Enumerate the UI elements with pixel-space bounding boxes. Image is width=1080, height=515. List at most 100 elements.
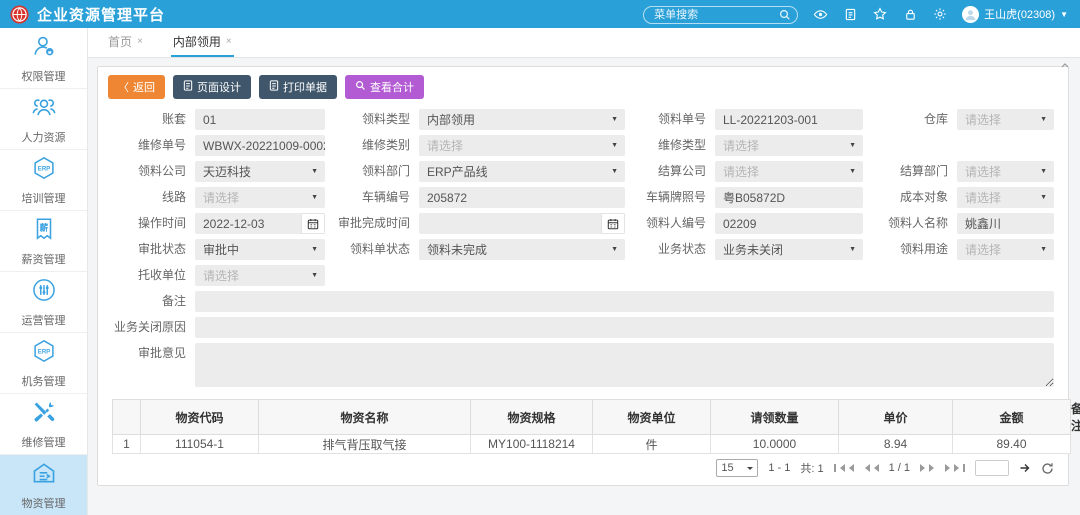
chevron-down-icon [747, 467, 753, 473]
field-warehouse[interactable]: 请选择▼ [957, 109, 1054, 130]
field-value: 审批中 [195, 241, 311, 258]
sidebar-item-7[interactable]: 维修管理 [0, 394, 87, 455]
table-cell: 排气背压取气接 [259, 435, 471, 454]
field-label-approval-complete-date: 审批完成时间 [330, 213, 414, 234]
field-repair-type[interactable]: 请选择▼ [715, 135, 863, 156]
field-value: 领料未完成 [419, 241, 611, 258]
sidebar-item-label: 权限管理 [22, 68, 66, 84]
field-requisition-no[interactable]: LL-20221203-001 [715, 109, 863, 130]
sidebar-item-6[interactable]: ERP机务管理 [0, 333, 87, 394]
field-vehicle-plate-no[interactable]: 粤B05872D [715, 187, 863, 208]
field-settlement-company[interactable]: 请选择▼ [715, 161, 863, 182]
field-business-status[interactable]: 业务未关闭▼ [715, 239, 863, 260]
sidebar-item-5[interactable]: 运营管理 [0, 272, 87, 333]
field-label-repair-category: 维修类别 [330, 135, 414, 156]
pagination-range: 1 - 1 [768, 462, 790, 474]
goto-page-input[interactable] [975, 460, 1009, 476]
lock-icon[interactable] [902, 6, 918, 22]
field-repair-category[interactable]: 请选择▼ [419, 135, 625, 156]
field-cost-object[interactable]: 请选择▼ [957, 187, 1054, 208]
sidebar-item-1[interactable]: 权限管理 [0, 28, 87, 89]
next-page-icon[interactable] [920, 464, 938, 472]
gear-icon[interactable] [932, 6, 948, 22]
field-label-operation-date: 操作时间 [112, 213, 190, 234]
sidebar-item-8[interactable]: 物资管理 [0, 455, 87, 515]
goto-page-icon[interactable] [1019, 462, 1031, 474]
field-approval-opinion[interactable] [195, 343, 1054, 387]
collapse-panel-icon[interactable] [1060, 61, 1070, 74]
field-vehicle-no[interactable]: 205872 [419, 187, 625, 208]
table-cell: 8.94 [839, 435, 953, 454]
sidebar-item-3[interactable]: ERP培训管理 [0, 150, 87, 211]
field-requisition-company[interactable]: 天迈科技▼ [195, 161, 325, 182]
field-value: 请选择 [957, 189, 1040, 206]
svg-text:薪: 薪 [39, 221, 48, 232]
table-cell: 111054-1 [141, 435, 259, 454]
field-collection-unit[interactable]: 请选择▼ [195, 265, 325, 286]
field-value: 02209 [715, 217, 863, 231]
sidebar-item-2[interactable]: 人力资源 [0, 89, 87, 150]
field-value: 天迈科技 [195, 163, 311, 180]
calendar-icon[interactable] [601, 213, 625, 234]
field-value: 内部领用 [419, 111, 611, 128]
field-value: ERP产品线 [419, 163, 611, 180]
calendar-icon[interactable] [301, 213, 325, 234]
page-design-button[interactable]: 页面设计 [173, 75, 251, 99]
field-remarks[interactable] [195, 291, 1054, 312]
field-requester-no[interactable]: 02209 [715, 213, 863, 234]
field-repair-order-no[interactable]: WBWX-20221009-0002 [195, 135, 325, 156]
refresh-icon[interactable] [1041, 462, 1054, 475]
field-operation-date[interactable]: 2022-12-03 [195, 213, 325, 234]
print-document-button[interactable]: 打印单据 [259, 75, 337, 99]
sidebar-item-label: 薪资管理 [22, 251, 66, 267]
field-settlement-department[interactable]: 请选择▼ [957, 161, 1054, 182]
chevron-down-icon: ▼ [611, 142, 625, 149]
pagination-total: 共: 1 [800, 460, 823, 476]
user-menu[interactable]: 王山虎(02308) ▼ [962, 6, 1068, 23]
field-approval-complete-date[interactable] [419, 213, 625, 234]
field-material-usage[interactable]: 请选择▼ [957, 239, 1054, 260]
field-value: 请选择 [715, 163, 849, 180]
chevron-left-icon: 〈 [118, 79, 129, 95]
field-account-set[interactable]: 01 [195, 109, 325, 130]
tab-1[interactable]: 首页× [106, 33, 145, 57]
search-input[interactable] [643, 6, 798, 24]
field-label-line: 线路 [112, 187, 190, 208]
prev-page-icon[interactable] [861, 464, 879, 472]
field-requester-name[interactable]: 姚鑫川 [957, 213, 1054, 234]
field-line[interactable]: 请选择▼ [195, 187, 325, 208]
field-requisition-status[interactable]: 领料未完成▼ [419, 239, 625, 260]
field-label-remarks: 备注 [112, 291, 190, 312]
table-row[interactable]: 1111054-1排气背压取气接MY100-1118214件10.00008.9… [113, 435, 1071, 454]
field-label-business-status: 业务状态 [630, 239, 710, 260]
sidebar: 权限管理人力资源ERP培训管理薪薪资管理运营管理ERP机务管理维修管理物资管理 [0, 28, 88, 515]
first-page-icon[interactable] [834, 464, 854, 472]
view-total-button[interactable]: 查看合计 [345, 75, 424, 99]
app-logo-icon [10, 5, 29, 24]
field-label-vehicle-no: 车辆编号 [330, 187, 414, 208]
material-table: 物资代码物资名称物资规格物资单位请领数量单价金额备注 1111054-1排气背压… [112, 399, 1071, 454]
field-requisition-department[interactable]: ERP产品线▼ [419, 161, 625, 182]
close-icon[interactable]: × [226, 36, 232, 47]
tab-2[interactable]: 内部领用× [171, 33, 234, 57]
field-material-request-type[interactable]: 内部领用▼ [419, 109, 625, 130]
chevron-down-icon: ▼ [311, 168, 325, 175]
field-business-close-reason[interactable] [195, 317, 1054, 338]
document-icon[interactable] [842, 6, 858, 22]
field-label-approval-opinion: 审批意见 [112, 343, 190, 387]
field-value: 205872 [419, 191, 625, 205]
star-icon[interactable] [872, 6, 888, 22]
eye-icon[interactable] [812, 6, 828, 22]
last-page-icon[interactable] [945, 464, 965, 472]
chevron-down-icon: ▼ [1060, 10, 1068, 19]
chevron-down-icon: ▼ [849, 142, 863, 149]
sidebar-item-4[interactable]: 薪薪资管理 [0, 211, 87, 272]
close-icon[interactable]: × [137, 36, 143, 47]
menu-search[interactable] [643, 5, 798, 24]
field-approval-status[interactable]: 审批中▼ [195, 239, 325, 260]
erp-badge-icon: ERP [31, 155, 57, 186]
user-name: 王山虎(02308) [984, 6, 1055, 22]
back-button[interactable]: 〈 返回 [108, 75, 165, 99]
field-label-collection-unit: 托收单位 [112, 265, 190, 286]
page-size-select[interactable]: 15 [716, 459, 758, 477]
